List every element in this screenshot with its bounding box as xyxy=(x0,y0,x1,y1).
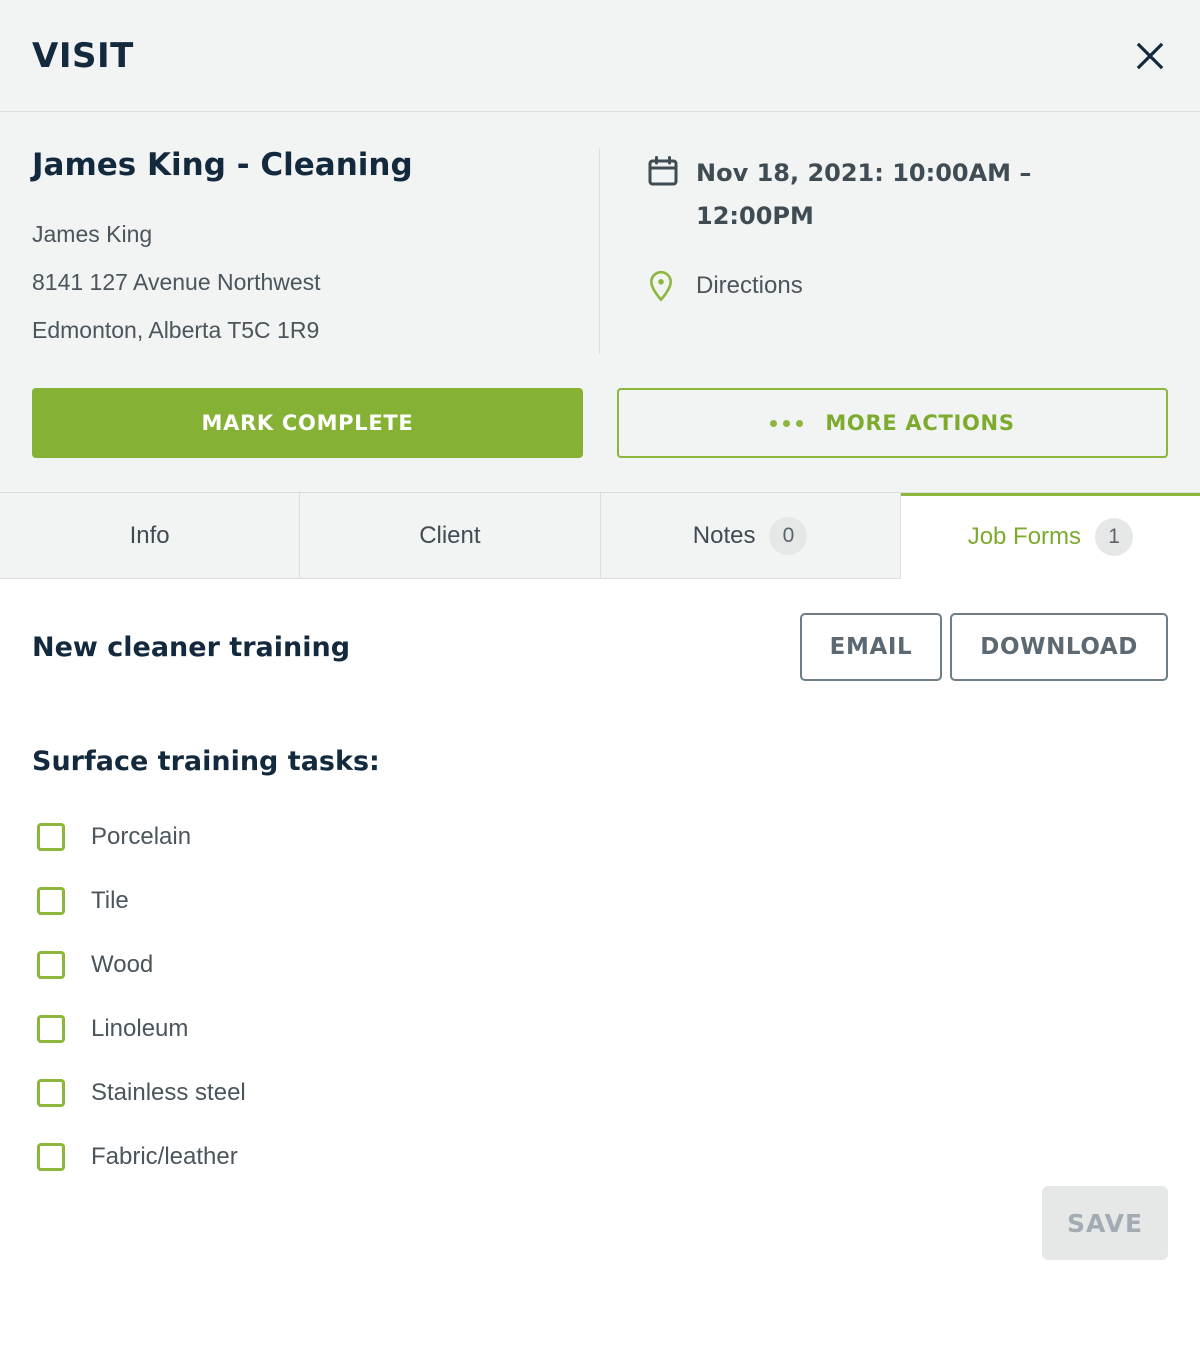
visit-schedule: Nov 18, 2021: 10:00AM – 12:00PM Directio… xyxy=(600,148,1168,304)
schedule-text: Nov 18, 2021: 10:00AM – 12:00PM xyxy=(696,159,1032,230)
task-label: Stainless steel xyxy=(91,1079,246,1107)
tab-job-forms-badge: 1 xyxy=(1095,518,1134,557)
tab-client-label: Client xyxy=(419,521,481,549)
directions-label[interactable]: Directions xyxy=(696,268,803,304)
mark-complete-button[interactable]: Mark complete xyxy=(32,388,583,459)
schedule-row: Nov 18, 2021: 10:00AM – 12:00PM xyxy=(648,152,1168,238)
task-label: Tile xyxy=(91,887,129,915)
email-button[interactable]: Email xyxy=(799,613,943,682)
job-form-name: New cleaner training xyxy=(32,631,351,663)
checkbox-porcelain[interactable] xyxy=(37,823,65,852)
tab-client[interactable]: Client xyxy=(300,493,601,579)
ellipsis-icon xyxy=(770,419,804,427)
address-line-2: Edmonton, Alberta T5C 1R9 xyxy=(32,317,320,344)
close-icon[interactable] xyxy=(1126,32,1174,80)
calendar-icon xyxy=(648,152,682,187)
visit-title: James King - Cleaning xyxy=(32,147,413,183)
map-pin-icon xyxy=(648,270,682,302)
checkbox-fabric-leather[interactable] xyxy=(37,1143,65,1172)
tab-info-label: Info xyxy=(129,521,170,549)
checkbox-stainless-steel[interactable] xyxy=(37,1079,65,1108)
task-row[interactable]: Porcelain xyxy=(32,805,1168,869)
visit-modal: VISIT James King - Cleaning James King 8… xyxy=(0,0,1200,1352)
tab-bar: Info Client Notes 0 Job Forms 1 xyxy=(0,493,1200,580)
task-label: Fabric/leather xyxy=(91,1143,238,1171)
visit-summary: James King - Cleaning James King 8141 12… xyxy=(32,148,599,354)
task-label: Linoleum xyxy=(91,1015,189,1043)
modal-header: VISIT xyxy=(0,0,1200,112)
tab-notes[interactable]: Notes 0 xyxy=(600,493,901,579)
tab-notes-badge: 0 xyxy=(769,516,808,555)
job-forms-panel: New cleaner training Email Download Surf… xyxy=(0,579,1200,1293)
task-row[interactable]: Fabric/leather xyxy=(32,1125,1168,1189)
task-row[interactable]: Wood xyxy=(32,933,1168,997)
section-title: Surface training tasks: xyxy=(32,746,380,778)
checkbox-wood[interactable] xyxy=(37,951,65,980)
more-actions-button[interactable]: More actions xyxy=(617,388,1168,459)
checkbox-tile[interactable] xyxy=(37,887,65,916)
task-label: Porcelain xyxy=(91,823,192,851)
checkbox-linoleum[interactable] xyxy=(37,1015,65,1044)
tab-notes-label: Notes xyxy=(692,521,756,549)
job-form-actions: Email Download xyxy=(792,613,1168,682)
tab-job-forms[interactable]: Job Forms 1 xyxy=(900,493,1200,580)
tab-info[interactable]: Info xyxy=(0,493,301,579)
tab-job-forms-label: Job Forms xyxy=(967,523,1082,551)
visit-info-panel: James King - Cleaning James King 8141 12… xyxy=(0,112,1200,494)
more-actions-label: More actions xyxy=(825,411,1015,436)
visit-action-buttons: Mark complete More actions xyxy=(32,388,1168,459)
task-row[interactable]: Linoleum xyxy=(32,997,1168,1061)
directions-row[interactable]: Directions xyxy=(648,268,1168,304)
save-button[interactable]: Save xyxy=(1042,1186,1168,1261)
address-line-1: 8141 127 Avenue Northwest xyxy=(32,269,321,296)
job-form-header: New cleaner training Email Download xyxy=(32,613,1168,682)
task-label: Wood xyxy=(91,951,154,979)
page-title: VISIT xyxy=(32,35,134,76)
client-name: James King xyxy=(32,221,153,248)
download-button[interactable]: Download xyxy=(950,613,1168,682)
task-row[interactable]: Tile xyxy=(32,869,1168,933)
task-row[interactable]: Stainless steel xyxy=(32,1061,1168,1125)
task-checkbox-list: Porcelain Tile Wood Linoleum Stainless s… xyxy=(32,805,1168,1189)
